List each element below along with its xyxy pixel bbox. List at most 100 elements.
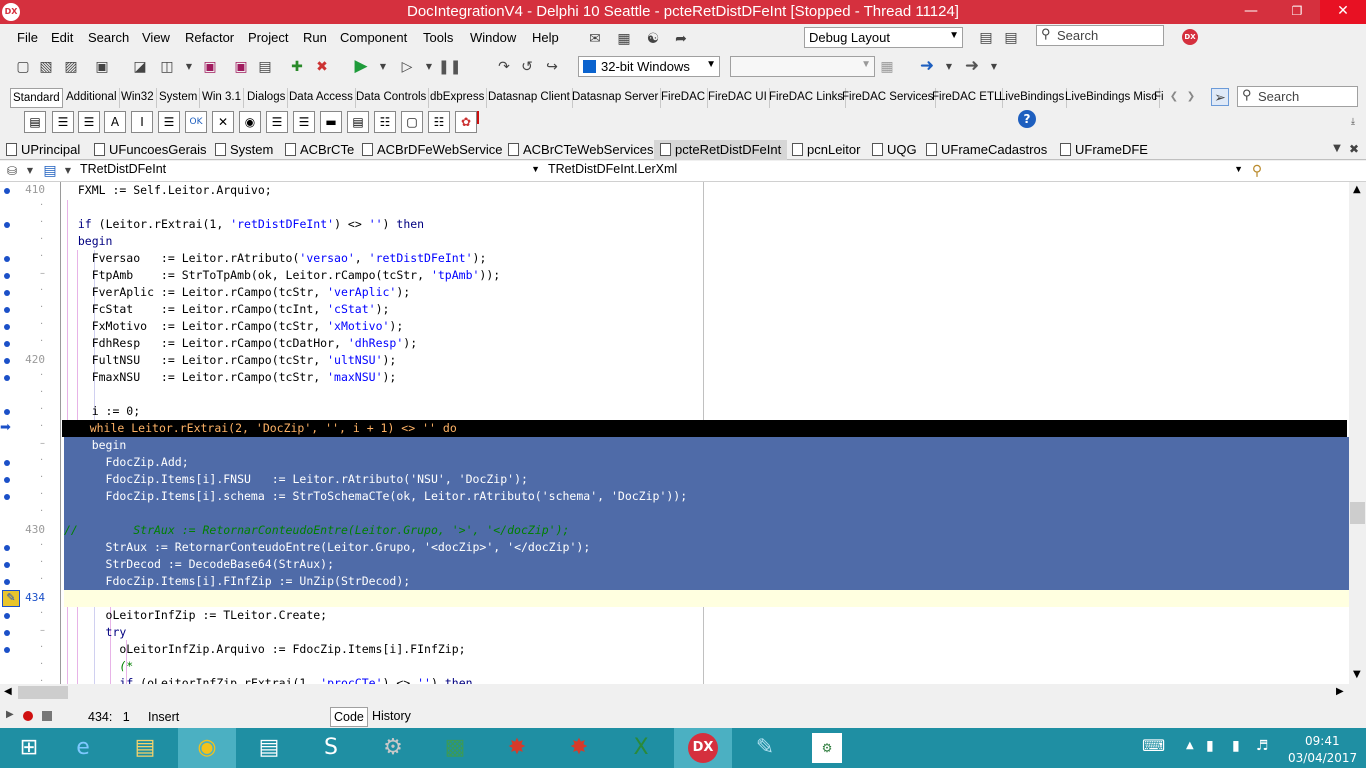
palette-tab-win31[interactable]: Win 3.1 [200, 88, 244, 108]
breakpoint-dot-icon[interactable] [4, 358, 10, 364]
ruby2-icon[interactable]: ✸ [550, 728, 608, 768]
gutter-line[interactable]: 420 [0, 352, 62, 369]
top-search-input[interactable]: ⚲ Search [1036, 25, 1164, 46]
open-icon[interactable]: ◪ [131, 58, 149, 76]
palette-scroll-right-icon[interactable]: ❯ [1182, 88, 1200, 106]
gutter-line[interactable]: – [0, 624, 62, 641]
gutter-line[interactable]: · [0, 556, 62, 573]
delphi-icon[interactable]: DX [674, 728, 732, 768]
file-tab-system[interactable]: System [215, 140, 273, 160]
breakpoint-dot-icon[interactable] [4, 307, 10, 313]
volume-icon[interactable]: ♬ [1256, 738, 1269, 754]
edit-component-icon[interactable]: I [131, 111, 153, 133]
app-icon[interactable]: ▩ [426, 728, 484, 768]
menu-tools[interactable]: Tools [423, 30, 453, 45]
excel-icon[interactable]: X [612, 728, 670, 768]
calendar-icon[interactable]: ▦ [615, 30, 633, 48]
code-line[interactable]: (* [64, 658, 1349, 675]
pointer-tool-icon[interactable]: ➢ [1211, 88, 1229, 106]
checkbox-component-icon[interactable]: ✕ [212, 111, 234, 133]
breakpoint-dot-icon[interactable] [4, 290, 10, 296]
gutter-line[interactable]: · [0, 658, 62, 675]
save-as-icon[interactable]: ▤ [256, 58, 274, 76]
code-line[interactable] [64, 386, 1349, 403]
vertical-scroll-thumb[interactable] [1350, 502, 1365, 524]
breakpoint-dot-icon[interactable] [4, 579, 10, 585]
palette-tab-dialogs[interactable]: Dialogs [245, 88, 289, 108]
play-macro-icon[interactable]: ▶ [6, 709, 14, 720]
reopen-dropdown-icon[interactable]: ▼ [180, 58, 198, 76]
code-line[interactable]: Fversao := Leitor.rAtributo('versao', 'r… [64, 250, 1349, 267]
gutter-line[interactable]: 430 [0, 522, 62, 539]
code-line[interactable] [64, 199, 1349, 216]
palette-tab-livebindings-misc[interactable]: LiveBindings Misc [1063, 88, 1161, 108]
scroll-left-icon[interactable]: ◀ [4, 686, 12, 697]
scroll-down-icon[interactable]: ▼ [1353, 669, 1361, 680]
skype-icon[interactable]: S [302, 728, 360, 768]
record-macro-icon[interactable] [23, 711, 33, 721]
file-tab-uframecadastros[interactable]: UFrameCadastros [926, 140, 1047, 160]
reopen-icon[interactable]: ◫ [158, 58, 176, 76]
doc-icon[interactable]: ⚙ [798, 728, 856, 768]
code-line[interactable]: i := 0; [64, 403, 1349, 420]
palette-tab-firedac-ui[interactable]: FireDAC UI [706, 88, 770, 108]
code-line[interactable]: FcStat := Leitor.rCampo(tcInt, 'cStat'); [64, 301, 1349, 318]
gutter-line[interactable]: – [0, 267, 62, 284]
project-dropdown-icon[interactable]: ▼ [21, 162, 39, 180]
help-chat-icon[interactable]: ☯ [644, 30, 662, 48]
close-all-icon[interactable]: ▨ [62, 58, 80, 76]
method-combo[interactable]: TRetDistDFeInt.LerXml ▼ [548, 162, 1245, 181]
trace-into-icon[interactable]: ↷ [495, 58, 513, 76]
gutter-line[interactable]: · [0, 318, 62, 335]
mail-icon[interactable]: ✉ [586, 30, 604, 48]
breakpoint-dot-icon[interactable] [4, 460, 10, 466]
gutter-line[interactable]: · [0, 454, 62, 471]
menu-refactor[interactable]: Refactor [185, 30, 234, 45]
breakpoint-dot-icon[interactable] [4, 222, 10, 228]
run-options-dropdown-icon[interactable]: ▼ [420, 58, 438, 76]
ie-icon[interactable]: e [54, 728, 112, 768]
code-line[interactable]: begin [64, 437, 1349, 454]
close-tab-icon[interactable]: ✖ [1345, 140, 1363, 158]
gutter-line[interactable]: · [0, 369, 62, 386]
palette-tab-win32[interactable]: Win32 [119, 88, 157, 108]
layout-set-icon[interactable]: ▤ [1002, 29, 1020, 47]
gutter-line[interactable]: · [0, 607, 62, 624]
layout-combo[interactable]: Debug Layout ▼ [804, 27, 963, 48]
palette-tab-firedac-services[interactable]: FireDAC Services [840, 88, 937, 108]
menu-help[interactable]: Help [532, 30, 559, 45]
file-tab-uqg[interactable]: UQG [872, 140, 917, 160]
palette-tab-firedac-links[interactable]: FireDAC Links [767, 88, 847, 108]
code-line[interactable]: FdocZip.Items[i].FNSU := Leitor.rAtribut… [64, 471, 1349, 488]
code-line[interactable]: FxMotivo := Leitor.rCampo(tcStr, 'xMotiv… [64, 318, 1349, 335]
file-tab-acbrcte[interactable]: ACBrCTe [285, 140, 354, 160]
code-line[interactable]: try [64, 624, 1349, 641]
forward-dropdown-icon[interactable]: ▼ [985, 58, 1003, 76]
file-tab-acbrdfewebservice[interactable]: ACBrDFeWebService [362, 140, 502, 160]
code-line[interactable]: FtpAmb := StrToTpAmb(ok, Leitor.rCampo(t… [64, 267, 1349, 284]
code-line[interactable]: FverAplic := Leitor.rCampo(tcStr, 'verAp… [64, 284, 1349, 301]
find-icon[interactable]: ⚲ [1248, 162, 1266, 180]
breakpoint-dot-icon[interactable] [4, 477, 10, 483]
code-line[interactable]: StrAux := RetornarConteudoEntre(Leitor.G… [64, 539, 1349, 556]
file-tab-uprincipal[interactable]: UPrincipal [6, 140, 80, 160]
mainmenu-component-icon[interactable]: ☰ [52, 111, 74, 133]
class-icon[interactable]: ▤ [41, 162, 59, 180]
palette-tab-datasnap-client[interactable]: Datasnap Client [486, 88, 573, 108]
frames-component-icon[interactable]: ▤ [24, 111, 46, 133]
code-line[interactable]: oLeitorInfZip.Arquivo := FdocZip.Items[i… [64, 641, 1349, 658]
breakpoint-dot-icon[interactable] [4, 324, 10, 330]
gutter-line[interactable]: · [0, 335, 62, 352]
groupbox-component-icon[interactable]: ▤ [347, 111, 369, 133]
class-dropdown-icon[interactable]: ▼ [59, 162, 77, 180]
palette-tab-data-controls[interactable]: Data Controls [354, 88, 430, 108]
code-line[interactable]: FultNSU := Leitor.rCampo(tcStr, 'ultNSU'… [64, 352, 1349, 369]
vertical-scrollbar[interactable]: ▲ ▼ [1349, 182, 1366, 684]
combobox-component-icon[interactable]: ☰ [293, 111, 315, 133]
colorbox-component-icon[interactable]: ✿ [455, 111, 477, 133]
code-line[interactable]: FdocZip.Items[i].FInfZip := UnZip(StrDec… [64, 573, 1349, 590]
radiogroup-component-icon[interactable]: ☷ [374, 111, 396, 133]
horizontal-scrollbar[interactable]: ◀ ▶ [0, 684, 1349, 701]
code-line[interactable]: FdocZip.Items[i].schema := StrToSchemaCT… [64, 488, 1349, 505]
tabs-dropdown-icon[interactable]: ▼ [1328, 140, 1346, 158]
